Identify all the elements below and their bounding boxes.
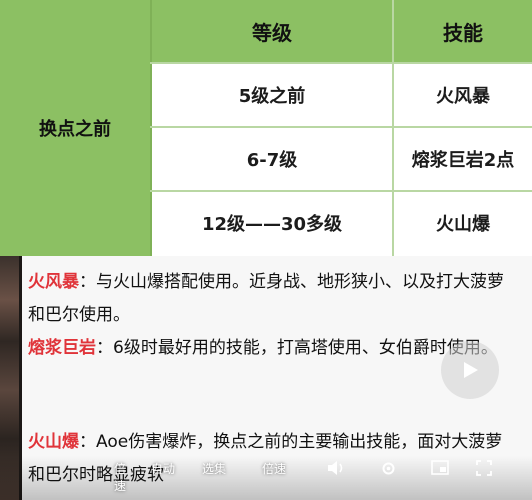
note-paragraph: 熔浆巨岩：6级时最好用的技能，打高塔使用、女伯爵时使用。 (28, 332, 514, 365)
row-header-label: 换点之前 (39, 119, 111, 140)
auto-label: 自动 (150, 462, 175, 476)
cell-text: 12级——30多级 (201, 214, 343, 235)
play-icon (464, 362, 478, 378)
table-cell-level: 12级——30多级 (152, 192, 392, 254)
note-term: 火风暴 (28, 272, 79, 292)
cell-text: 6-7级 (246, 150, 298, 171)
column-header-level: 等级 (152, 0, 392, 62)
fullscreen-icon (476, 460, 492, 476)
select-episode-button[interactable]: 选集 (196, 460, 232, 477)
cell-text: 5级之前 (238, 86, 306, 107)
note-term: 火山爆 (28, 432, 79, 452)
table-cell-level: 5级之前 (152, 64, 392, 126)
picture-in-picture-icon (431, 460, 449, 475)
volume-button[interactable] (326, 460, 346, 476)
note-paragraph: 火风暴：与火山爆搭配使用。近身战、地形狭小、以及打大菠萝和巴尔使用。 (28, 266, 514, 332)
fullscreen-button[interactable] (474, 460, 494, 476)
table-cell-skill: 火风暴 (394, 64, 532, 126)
speed-toggle[interactable]: 倍速 (114, 460, 134, 494)
quality-label: 倍速 (261, 462, 286, 476)
column-header-skill: 技能 (394, 0, 532, 62)
table-cell-skill: 火山爆 (394, 192, 532, 254)
skill-table: 换点之前 等级 技能 5级之前 火风暴 6-7级 熔浆巨岩2点 12级——30多… (0, 0, 532, 256)
volume-icon (328, 461, 343, 475)
play-button[interactable] (441, 341, 499, 399)
auto-toggle[interactable]: 自动 (146, 460, 180, 477)
column-header-skill-label: 技能 (443, 20, 483, 45)
quality-button[interactable]: 倍速 (256, 460, 292, 477)
row-header-cell: 换点之前 (0, 0, 152, 256)
gear-icon (382, 462, 394, 475)
note-text: ：6级时最好用的技能，打高塔使用、女伯爵时使用。 (96, 338, 498, 358)
select-episode-label: 选集 (201, 462, 226, 476)
cell-text: 火风暴 (436, 86, 490, 107)
note-text: ：与火山爆搭配使用。近身战、地形狭小、以及打大菠萝和巴尔使用。 (28, 272, 504, 325)
cell-text: 火山爆 (436, 214, 490, 235)
video-controls: 倍速 自动 选集 倍速 (0, 456, 532, 500)
table-cell-skill: 熔浆巨岩2点 (394, 128, 532, 190)
speed-label: 倍速 (114, 462, 127, 493)
settings-button[interactable] (378, 460, 398, 477)
note-term: 熔浆巨岩 (28, 338, 96, 358)
table-cell-level: 6-7级 (152, 128, 392, 190)
pip-button[interactable] (430, 460, 450, 475)
cell-text: 熔浆巨岩2点 (411, 150, 515, 171)
column-header-level-label: 等级 (252, 20, 292, 45)
